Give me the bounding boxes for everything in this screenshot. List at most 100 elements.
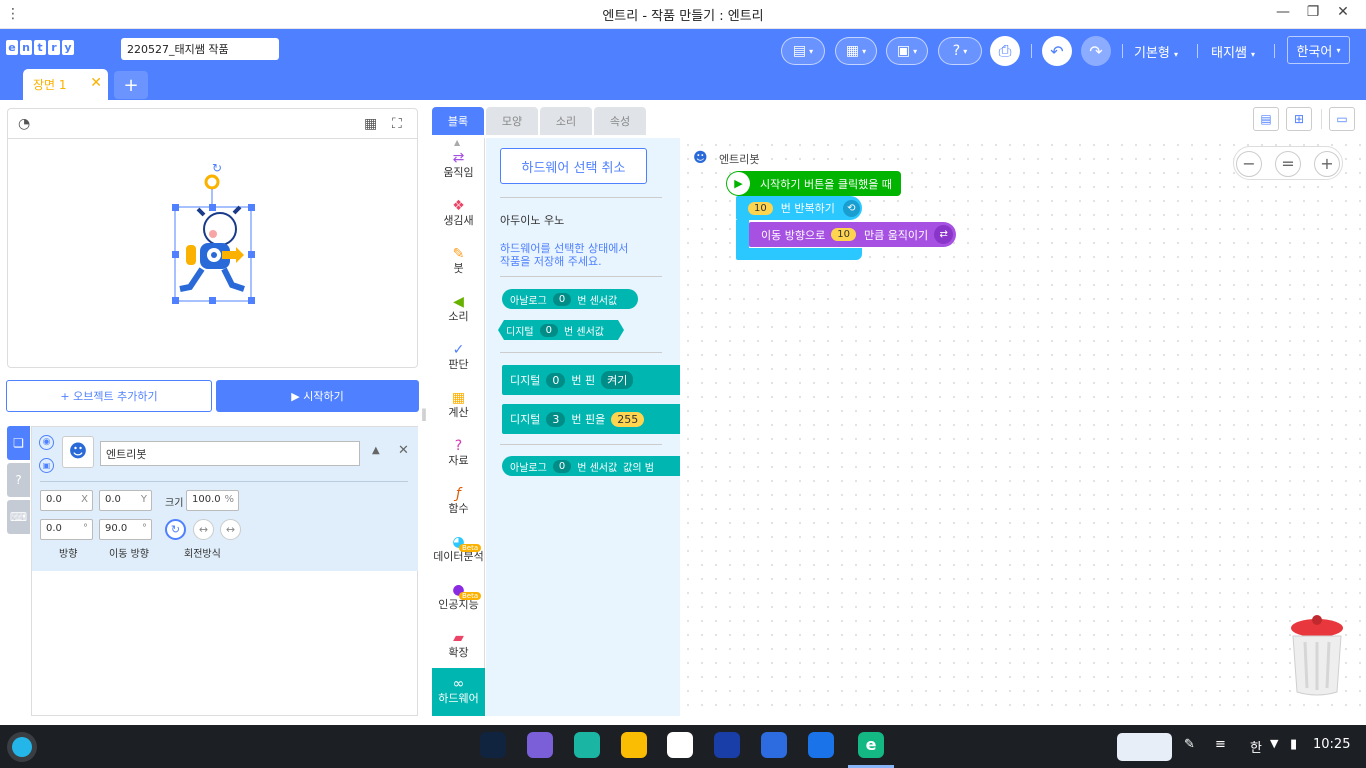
stage-canvas[interactable]: ↻ [8, 138, 417, 368]
wifi-icon[interactable]: ▼ [1270, 737, 1278, 750]
y-field[interactable]: 0.0 Y [99, 490, 152, 511]
calculator-icon: ▦ [451, 390, 466, 406]
fullscreen-icon[interactable]: ⛶ [392, 116, 402, 132]
cloud-icon[interactable] [667, 732, 693, 758]
book-icon[interactable] [808, 732, 834, 758]
zoom-in-button[interactable]: + [1314, 151, 1340, 177]
category-calc[interactable]: ▦ 계산 [432, 382, 485, 430]
x-field[interactable]: 0.0 X [40, 490, 93, 511]
keyboard-tab[interactable]: ⌨ [7, 500, 30, 534]
flip-horizontal-icon[interactable]: ↔ [193, 519, 214, 540]
classroom-icon[interactable] [714, 732, 740, 758]
repeat-block[interactable]: 10 번 반복하기 ⟲ [736, 196, 862, 220]
beta-badge: Beta [459, 592, 482, 600]
playlist-icon[interactable]: ≡ [1215, 737, 1226, 752]
digital-pin-on-block[interactable]: 디지털 0 번 핀 켜기 [502, 365, 680, 395]
tray-preview[interactable] [1117, 733, 1172, 761]
repeat-icon: ⟲ [842, 199, 860, 217]
add-comment-icon[interactable]: ⊞ [1286, 107, 1312, 131]
print-button[interactable]: ⎙ [990, 36, 1020, 66]
add-object-button[interactable]: + 오브젝트 추가하기 [6, 380, 212, 412]
category-judge[interactable]: ✓ 판단 [432, 334, 485, 382]
object-name-input[interactable]: 엔트리봇 [100, 441, 360, 466]
close-window-button[interactable]: ✕ [1328, 4, 1358, 20]
minimize-button[interactable]: — [1268, 4, 1298, 20]
collapse-icon[interactable]: ▲ [372, 445, 380, 456]
app-icon-1[interactable] [480, 732, 506, 758]
category-hardware[interactable]: ∞ 하드웨어 [432, 668, 485, 716]
rotate-handle-icon: ↻ [212, 161, 222, 175]
help-tab[interactable]: ? [7, 463, 30, 497]
category-ai[interactable]: ● 인공지능 Beta [432, 574, 485, 622]
move-direction-block[interactable]: 이동 방향으로 10 만큼 움직이기 ⇄ [749, 222, 956, 247]
files-icon[interactable] [621, 732, 647, 758]
panel-resize-handle[interactable]: ‖ [421, 407, 427, 421]
move-direction-field[interactable]: 90.0 ° [99, 519, 152, 540]
when-start-block[interactable]: ▶ 시작하기 버튼을 클릭했을 때 [726, 171, 901, 196]
undo-button[interactable]: ↶ [1042, 36, 1072, 66]
zoom-out-button[interactable]: − [1236, 151, 1262, 177]
object-list-tab[interactable]: ❏ [7, 426, 30, 460]
analog-sensor-block[interactable]: 아날로그 0 번 센서값 [502, 289, 638, 309]
category-looks[interactable]: ❖ 생김새 [432, 190, 485, 238]
backpack-icon[interactable]: ▭ [1329, 107, 1355, 131]
mode-switch-button[interactable]: ▤ ▾ [781, 37, 825, 65]
lock-icon[interactable]: ▣ [39, 458, 54, 473]
start-button[interactable]: ▶ 시작하기 [216, 380, 419, 412]
project-name-input[interactable]: 220527_태지쌤 작품 [121, 38, 279, 60]
app-icon-2[interactable] [527, 732, 553, 758]
save-menu-button[interactable]: ▣ ▾ [886, 37, 928, 65]
speed-gauge-icon[interactable]: ◔ [18, 116, 30, 132]
entry-logo[interactable]: e n t r y [6, 40, 74, 55]
battery-icon[interactable]: ▮ [1290, 737, 1297, 752]
size-field[interactable]: 100.0% [186, 490, 239, 511]
tab-shapes[interactable]: 모양 [486, 107, 538, 135]
meet-icon[interactable] [574, 732, 600, 758]
tab-properties[interactable]: 속성 [594, 107, 646, 135]
restore-button[interactable]: ❐ [1298, 4, 1328, 20]
menu-dots-icon[interactable]: ⋮ [6, 6, 20, 22]
code-workspace[interactable]: ☻ 엔트리봇 ▶ 시작하기 버튼을 클릭했을 때 10 번 반복하기 ⟲ 이동 … [681, 138, 1366, 716]
digital-sensor-block[interactable]: 디지털 0 번 센서값 [498, 320, 624, 340]
zoom-reset-button[interactable]: = [1275, 151, 1301, 177]
category-data-analysis[interactable]: ◕ 데이터분석 Beta [432, 526, 485, 574]
category-sound[interactable]: ◀ 소리 [432, 286, 485, 334]
category-extension[interactable]: ▰ 확장 [432, 622, 485, 670]
clock[interactable]: 10:25 [1313, 737, 1350, 752]
file-menu-button[interactable]: ▦ ▾ [835, 37, 877, 65]
analog-map-block[interactable]: 아날로그 0 번 센서값 값의 범 [502, 456, 680, 476]
direction-field[interactable]: 0.0 ° [40, 519, 93, 540]
tab-blocks[interactable]: 블록 [432, 107, 484, 135]
redo-button[interactable]: ↷ [1081, 36, 1111, 66]
category-function[interactable]: ƒ 함수 [432, 478, 485, 526]
tab-sounds[interactable]: 소리 [540, 107, 592, 135]
cancel-hardware-button[interactable]: 하드웨어 선택 취소 [500, 148, 647, 184]
delete-object-icon[interactable]: ✕ [398, 443, 409, 458]
help-menu-button[interactable]: ? ▾ [938, 37, 982, 65]
language-dropdown[interactable]: 한국어 ▾ [1287, 36, 1350, 64]
trash-can-icon[interactable] [1287, 614, 1347, 698]
entry-app-icon[interactable]: e [858, 732, 884, 758]
extension-icon: ▰ [453, 630, 464, 646]
scene-tab[interactable]: 장면 1 ✕ [23, 69, 108, 100]
no-rotate-icon[interactable]: ↔ [220, 519, 241, 540]
comment-icon[interactable]: ▤ [1253, 107, 1279, 131]
user-dropdown[interactable]: 태지쌤 ▾ [1211, 42, 1255, 61]
launcher-button[interactable] [7, 732, 37, 762]
entrybot-sprite[interactable]: ↻ [8, 139, 417, 369]
rotate-free-icon[interactable]: ↻ [165, 519, 186, 540]
pen-icon[interactable]: ✎ [1184, 737, 1195, 752]
close-scene-icon[interactable]: ✕ [90, 75, 102, 91]
visibility-eye-icon[interactable]: ◉ [39, 435, 54, 450]
category-motion[interactable]: ⇄ 움직임 [432, 142, 485, 190]
grid-icon[interactable]: ▦ [364, 116, 377, 132]
digital-pin-write-block[interactable]: 디지털 3 번 핀을 255 [502, 404, 680, 434]
category-data[interactable]: ? 자료 [432, 430, 485, 478]
ime-indicator[interactable]: 한 [1250, 737, 1262, 756]
category-brush[interactable]: ✎ 붓 [432, 238, 485, 286]
os-taskbar: e ✎ ≡ 한 ▼ ▮ 10:25 [0, 725, 1366, 768]
mode-dropdown[interactable]: 기본형 ▾ [1134, 42, 1178, 61]
add-scene-button[interactable]: + [114, 71, 148, 99]
screen-icon[interactable] [761, 732, 787, 758]
object-card[interactable]: ◉ ▣ ☻ 엔트리봇 ▲ ✕ 0.0 X 0.0 Y 크기 100.0% 0.0 ° … [32, 427, 418, 571]
